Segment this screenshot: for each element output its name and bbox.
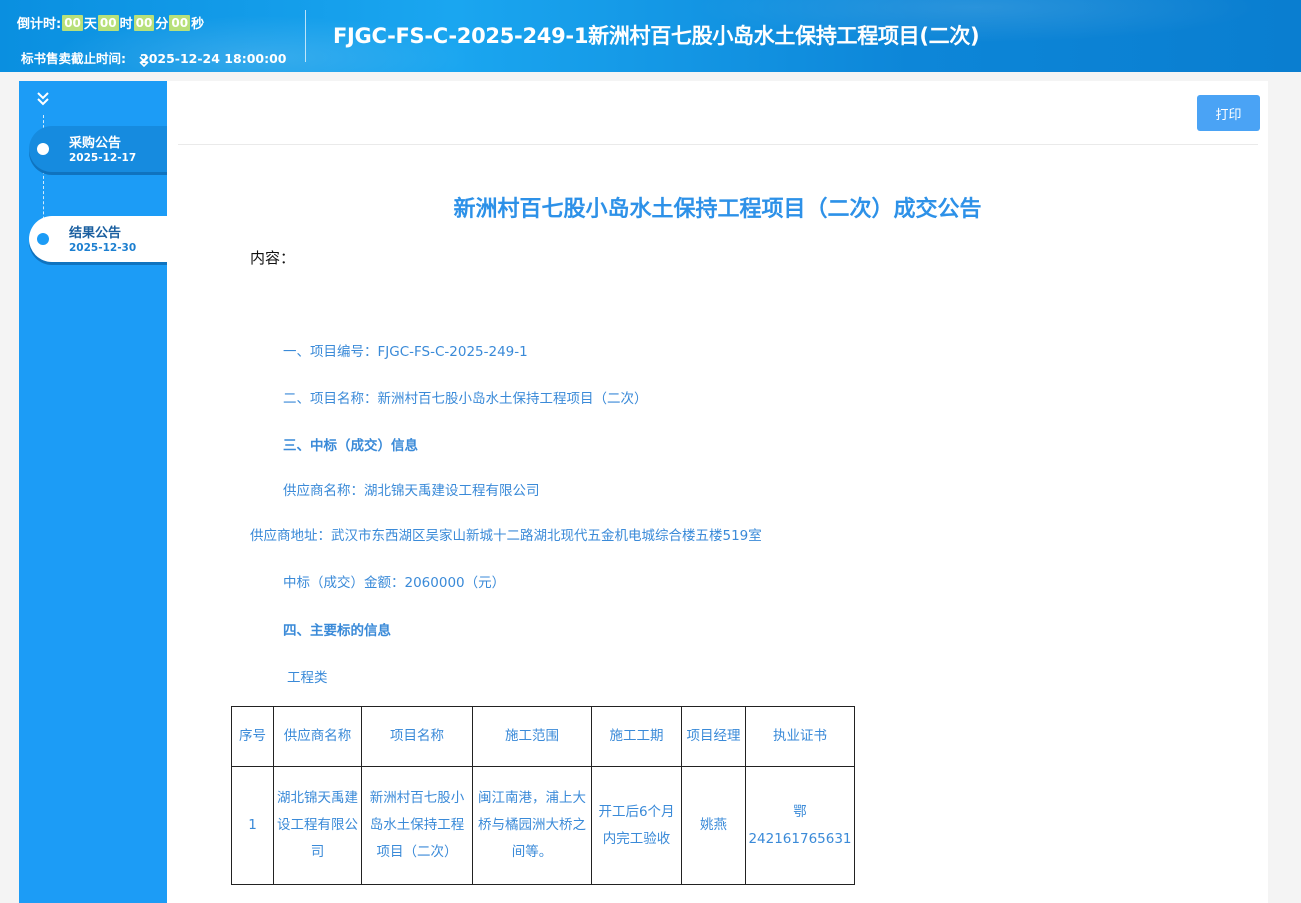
sidebar-item-label: 采购公告 — [69, 136, 122, 151]
deadline: 标书售卖截止时间: 2025-12-24 18:00:00 — [21, 48, 287, 67]
countdown-hours-unit: 时 — [119, 17, 133, 32]
divider — [178, 144, 1258, 145]
project-number-line: 一、项目编号：FJGC-FS-C-2025-249-1 — [283, 344, 528, 360]
table-header: 项目经理 — [681, 706, 746, 767]
print-button[interactable]: 打印 — [1197, 95, 1260, 131]
countdown: 倒计时: 00 天 00 时 00 分 00 秒 — [17, 13, 204, 32]
supplier-address-line: 供应商地址：武汉市东西湖区吴家山新城十二路湖北现代五金机电城综合楼五楼519室 — [250, 528, 762, 544]
table-header: 序号 — [231, 706, 274, 767]
header-divider — [305, 10, 306, 62]
table-cell: 姚燕 — [681, 766, 746, 885]
countdown-days-unit: 天 — [83, 17, 97, 32]
supplier-name-line: 供应商名称：湖北锦天禹建设工程有限公司 — [283, 483, 540, 499]
table-header: 执业证书 — [745, 706, 855, 767]
table-cell: 开工后6个月内完工验收 — [591, 766, 682, 885]
countdown-label: 倒计时: — [17, 17, 62, 32]
table-cell: 湖北锦天禹建设工程有限公司 — [273, 766, 362, 885]
sidebar-item-date: 2025-12-30 — [69, 242, 137, 254]
award-info-heading: 三、中标（成交）信息 — [283, 438, 418, 454]
table-header: 项目名称 — [361, 706, 473, 767]
countdown-minutes-unit: 分 — [155, 17, 169, 32]
category-line: 工程类 — [287, 670, 328, 686]
countdown-days: 00 — [62, 14, 83, 31]
table-header: 施工范围 — [472, 706, 592, 767]
sidebar-timeline: 采购公告 2025-12-17 结果公告 2025-12-30 — [19, 81, 167, 903]
countdown-minutes: 00 — [133, 14, 155, 31]
content-label: 内容： — [250, 249, 296, 267]
page-title: FJGC-FS-C-2025-249-1新洲村百七股小岛水土保持工程项目(二次) — [333, 24, 980, 48]
table-cell: 新洲村百七股小岛水土保持工程项目（二次） — [361, 766, 473, 885]
double-chevron-down-icon — [36, 91, 50, 110]
timeline-dot-icon — [37, 143, 49, 155]
table-header: 供应商名称 — [273, 706, 362, 767]
table-row: 1 湖北锦天禹建设工程有限公司 新洲村百七股小岛水土保持工程项目（二次） 闽江南… — [231, 766, 855, 885]
main-subject-heading: 四、主要标的信息 — [283, 623, 391, 639]
countdown-seconds: 00 — [169, 14, 191, 31]
sidebar-item-label: 结果公告 — [69, 226, 122, 241]
deadline-label: 标书售卖截止时间: — [21, 51, 126, 66]
deadline-value: 2025-12-24 18:00:00 — [140, 51, 287, 66]
table-cell: 1 — [231, 766, 274, 885]
sidebar-item-result-notice[interactable]: 结果公告 2025-12-30 — [29, 216, 167, 262]
double-chevron-down-icon — [138, 56, 150, 70]
table-header-row: 序号 供应商名称 项目名称 施工范围 施工工期 项目经理 执业证书 — [231, 706, 855, 767]
header-bar: 倒计时: 00 天 00 时 00 分 00 秒 标书售卖截止时间: 2025-12-24… — [0, 0, 1301, 72]
award-amount-line: 中标（成交）金额：2060000（元） — [283, 575, 506, 591]
countdown-seconds-unit: 秒 — [191, 17, 205, 32]
project-name-line: 二、项目名称：新洲村百七股小岛水土保持工程项目（二次） — [283, 391, 648, 407]
table-header: 施工工期 — [591, 706, 682, 767]
table-cell: 鄂242161765631 — [745, 766, 855, 885]
sidebar-item-procurement-notice[interactable]: 采购公告 2025-12-17 — [29, 126, 167, 172]
main-content: 打印 新洲村百七股小岛水土保持工程项目（二次）成交公告 内容： 一、项目编号：F… — [167, 81, 1268, 903]
document-title: 新洲村百七股小岛水土保持工程项目（二次）成交公告 — [453, 197, 982, 222]
countdown-hours: 00 — [97, 14, 119, 31]
timeline-dot-icon — [37, 233, 49, 245]
award-table: 序号 供应商名称 项目名称 施工范围 施工工期 项目经理 执业证书 1 湖北锦天… — [231, 706, 855, 885]
table-cell: 闽江南港，浦上大桥与橘园洲大桥之间等。 — [472, 766, 592, 885]
sidebar-item-date: 2025-12-17 — [69, 152, 137, 164]
